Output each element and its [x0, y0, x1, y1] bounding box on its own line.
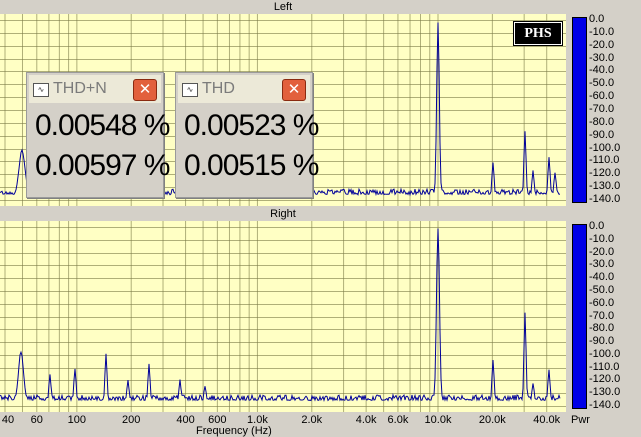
- meter-tick-label: -20.0: [589, 39, 615, 51]
- meter-tick-label: -30.0: [589, 52, 615, 64]
- x-tick-label: 20.0k: [478, 414, 506, 426]
- thd-window[interactable]: ∿ THD ✕ 0.00523 % 0.00515 %: [175, 72, 319, 198]
- meter-tick-label: -110.0: [589, 361, 620, 373]
- meter-tick-label: -70.0: [589, 310, 615, 322]
- meter-label: Pwr: [571, 414, 590, 426]
- meter-tick-label: -20.0: [589, 246, 615, 258]
- x-tick-label: 2.0k: [301, 414, 323, 426]
- x-tick-label: 40: [1, 414, 15, 426]
- meter-tick-label: -40.0: [589, 271, 615, 283]
- meter-tick-label: 0.0: [589, 13, 605, 25]
- meter-tick-label: -70.0: [589, 103, 615, 115]
- waveform-icon: ∿: [182, 83, 198, 97]
- meter-tick-label: -50.0: [589, 77, 615, 89]
- thd-left-value: 0.00523 %: [184, 109, 319, 142]
- thdn-window[interactable]: ∿ THD+N ✕ 0.00548 % 0.00597 %: [26, 72, 170, 198]
- meter-tick-label: -120.0: [589, 167, 621, 179]
- left-channel-title: Left: [0, 0, 566, 14]
- meter-tick-label: -90.0: [589, 129, 615, 141]
- x-axis-title: Frequency (Hz): [196, 425, 272, 437]
- close-icon[interactable]: ✕: [133, 79, 157, 101]
- x-tick-label: 40.0k: [533, 414, 561, 426]
- right-spectrum-plot[interactable]: [0, 221, 566, 412]
- meter-tick-label: -140.0: [589, 399, 621, 411]
- right-channel-title: Right: [0, 207, 566, 221]
- phs-logo: PHS: [513, 21, 563, 46]
- spectrum-trace: [0, 228, 561, 403]
- right-spectrum-svg: [0, 221, 566, 412]
- waveform-icon: ∿: [33, 83, 49, 97]
- thd-window-titlebar[interactable]: ∿ THD ✕: [178, 75, 310, 103]
- meter-tick-label: -120.0: [589, 373, 621, 385]
- x-tick-label: 10.0k: [424, 414, 452, 426]
- x-tick-label: 4.0k: [355, 414, 377, 426]
- meter-tick-label: 0.0: [589, 220, 605, 232]
- close-icon[interactable]: ✕: [282, 79, 306, 101]
- meter-tick-label: -100.0: [589, 142, 621, 154]
- meter-tick-label: -80.0: [589, 322, 615, 334]
- x-tick-label: 400: [176, 414, 195, 426]
- meter-tick-label: -100.0: [589, 348, 621, 360]
- meter-tick-label: -10.0: [589, 26, 615, 38]
- meter-tick-label: -130.0: [589, 180, 621, 192]
- thdn-window-title: THD+N: [53, 80, 107, 97]
- meter-tick-label: -10.0: [589, 233, 615, 245]
- x-tick-label: 60: [30, 414, 43, 426]
- x-tick-label: 6.0k: [387, 414, 409, 426]
- x-tick-label: 200: [122, 414, 141, 426]
- meter-tick-label: -60.0: [589, 297, 615, 309]
- right-level-bar: [572, 224, 587, 409]
- left-level-bar: [572, 17, 587, 203]
- meter-tick-label: -110.0: [589, 154, 620, 166]
- thdn-window-titlebar[interactable]: ∿ THD+N ✕: [29, 75, 161, 103]
- meter-tick-label: -40.0: [589, 64, 615, 76]
- meter-tick-label: -90.0: [589, 335, 615, 347]
- meter-tick-label: -60.0: [589, 90, 615, 102]
- thd-right-value: 0.00515 %: [184, 149, 319, 182]
- thdn-right-value: 0.00597 %: [35, 149, 170, 182]
- meter-tick-label: -30.0: [589, 258, 615, 270]
- meter-tick-label: -130.0: [589, 386, 621, 398]
- thd-window-title: THD: [202, 80, 235, 97]
- meter-tick-label: -50.0: [589, 284, 615, 296]
- left-level-meter: 0.0 -10.0 -20.0 -30.0 -40.0 -50.0 -60.0 -70.0 -8…: [566, 14, 641, 206]
- x-tick-label: 100: [67, 414, 87, 426]
- right-level-meter: 0.0 -10.0 -20.0 -30.0 -40.0 -50.0 -60.0 -70.0 -8…: [566, 221, 641, 412]
- meter-tick-label: -140.0: [589, 193, 621, 205]
- meter-tick-label: -80.0: [589, 116, 615, 128]
- thdn-left-value: 0.00548 %: [35, 109, 170, 142]
